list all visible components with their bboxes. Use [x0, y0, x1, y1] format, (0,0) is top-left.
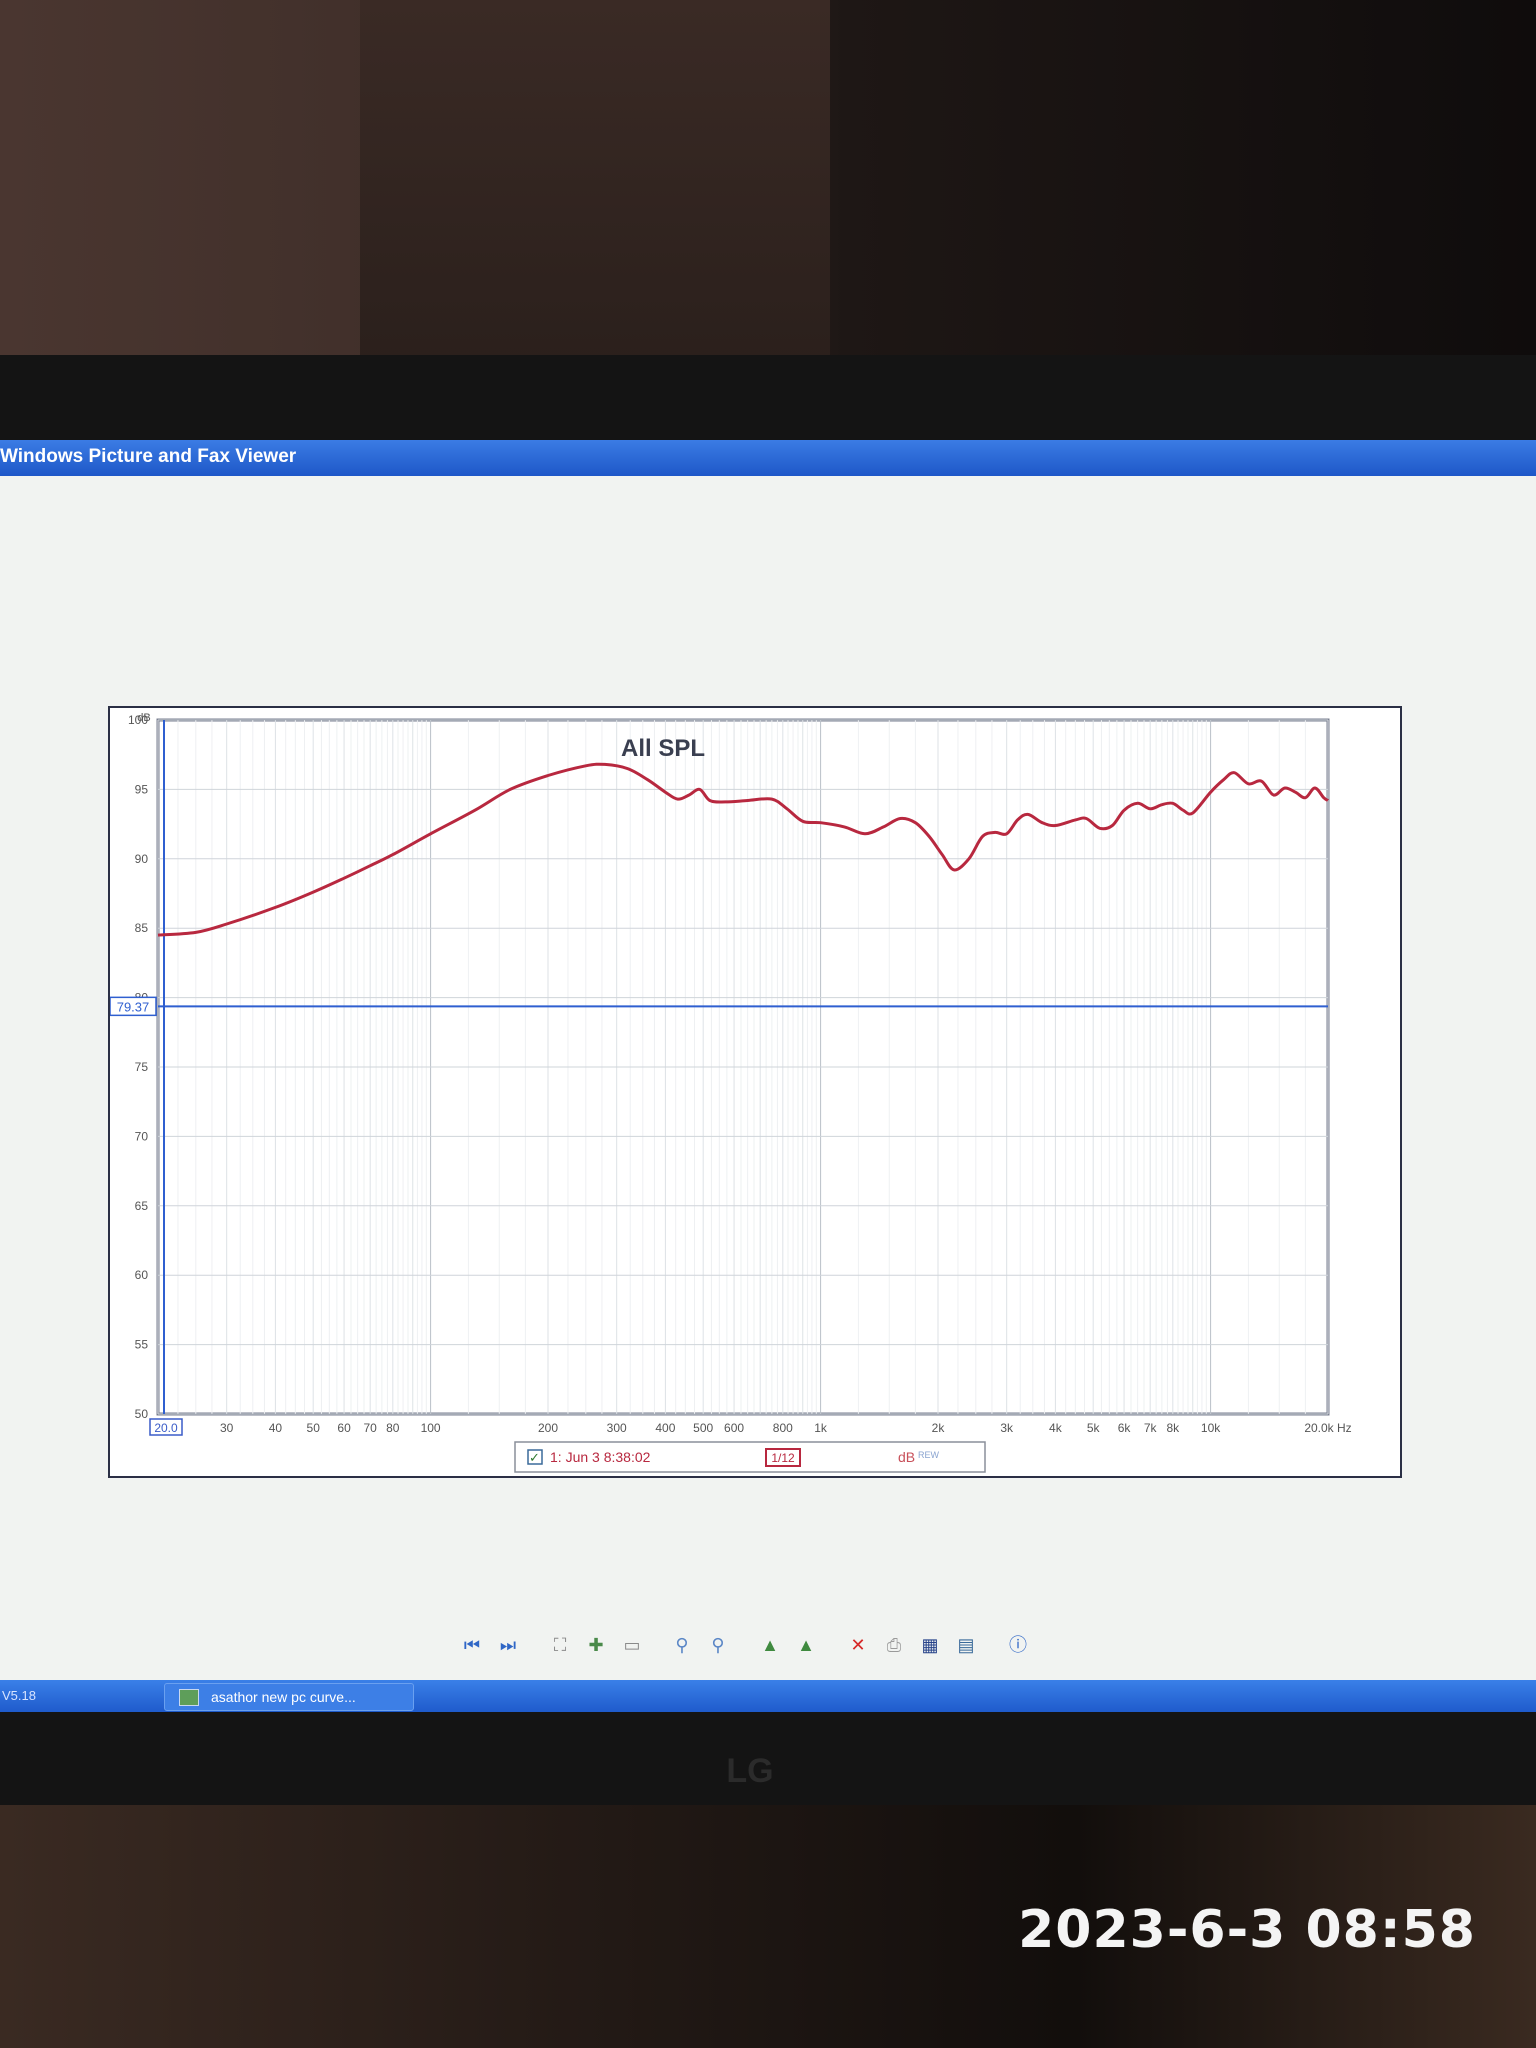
- taskbar-item-label: asathor new pc curve...: [211, 1689, 356, 1705]
- x-tick-label: 200: [538, 1421, 558, 1435]
- legend-series-label: 1: Jun 3 8:38:02: [550, 1449, 651, 1465]
- rotate-ccw-icon[interactable]: ▲: [794, 1633, 818, 1657]
- x-tick-label: 5k: [1087, 1421, 1101, 1435]
- x-tick-label: 300: [607, 1421, 627, 1435]
- x-tick-label: 100: [421, 1421, 441, 1435]
- x-tick-label: 50: [307, 1421, 321, 1435]
- y-axis-label: dB: [137, 712, 150, 724]
- image-file-icon: [179, 1689, 199, 1706]
- best-fit-icon[interactable]: ⛶: [548, 1633, 572, 1657]
- open-with-icon[interactable]: ▤: [954, 1633, 978, 1657]
- x-tick-label: 400: [655, 1421, 675, 1435]
- print-icon[interactable]: ⎙: [882, 1633, 906, 1657]
- photo-timestamp: 2023-6-3 08:58: [1018, 1900, 1476, 1960]
- actual-size-icon[interactable]: ✚: [584, 1633, 608, 1657]
- help-icon[interactable]: ⓘ: [1006, 1633, 1030, 1657]
- x-tick-label: 2k: [932, 1421, 946, 1435]
- x-start-label: 20.0: [154, 1421, 178, 1435]
- y-tick-label: 90: [135, 852, 149, 866]
- y-tick-label: 70: [135, 1129, 149, 1143]
- y-tick-label: 65: [135, 1199, 149, 1213]
- chart-title: All SPL: [621, 735, 705, 762]
- x-tick-label: 3k: [1000, 1421, 1014, 1435]
- slideshow-icon[interactable]: ▭: [620, 1633, 644, 1657]
- y-tick-label: 75: [135, 1060, 149, 1074]
- x-tick-label: 80: [386, 1421, 400, 1435]
- y-tick-label: 85: [135, 921, 149, 935]
- x-tick-label: 1k: [814, 1421, 828, 1435]
- x-tick-label: 800: [773, 1421, 793, 1435]
- x-tick-label: 20.0k Hz: [1304, 1421, 1351, 1435]
- spl-chart: 50556065707580859095100dB304050607080100…: [110, 712, 1352, 1473]
- x-tick-label: 6k: [1118, 1421, 1132, 1435]
- x-tick-label: 7k: [1144, 1421, 1158, 1435]
- spl-chart-image: 50556065707580859095100dB304050607080100…: [108, 706, 1402, 1478]
- monitor-logo: LG: [726, 1752, 774, 1790]
- zoom-out-icon[interactable]: ⚲: [706, 1633, 730, 1657]
- prev-icon[interactable]: ⏮: [460, 1633, 484, 1657]
- x-tick-label: 600: [724, 1421, 744, 1435]
- x-tick-label: 60: [337, 1421, 351, 1435]
- y-tick-label: 95: [135, 782, 149, 796]
- image-viewer: 50556065707580859095100dB304050607080100…: [0, 476, 1536, 1712]
- version-text: V5.18: [2, 1688, 36, 1703]
- y-tick-label: 50: [135, 1407, 149, 1421]
- next-icon[interactable]: ⏭: [496, 1633, 520, 1657]
- x-tick-label: 8k: [1166, 1421, 1180, 1435]
- window-titlebar[interactable]: Windows Picture and Fax Viewer: [0, 440, 1536, 476]
- checkmark-icon: ✓: [529, 1451, 540, 1466]
- background-shelf: [360, 0, 830, 360]
- taskbar: V5.18 asathor new pc curve...: [0, 1680, 1536, 1712]
- legend-unit-label: dB: [898, 1449, 915, 1465]
- legend-unit-sub: REW: [918, 1450, 940, 1460]
- window-title: Windows Picture and Fax Viewer: [0, 446, 297, 467]
- zoom-in-icon[interactable]: ⚲: [670, 1633, 694, 1657]
- taskbar-item[interactable]: asathor new pc curve...: [164, 1683, 414, 1711]
- x-tick-label: 30: [220, 1421, 234, 1435]
- rotate-cw-icon[interactable]: ▲: [758, 1633, 782, 1657]
- y-tick-label: 55: [135, 1338, 149, 1352]
- smoothing-label: 1/12: [771, 1451, 795, 1465]
- x-tick-label: 4k: [1049, 1421, 1063, 1435]
- y-tick-label: 60: [135, 1268, 149, 1282]
- cursor-value-label: 79.37: [117, 999, 150, 1014]
- x-tick-label: 500: [693, 1421, 713, 1435]
- delete-icon[interactable]: ✕: [846, 1633, 870, 1657]
- save-icon[interactable]: ▦: [918, 1633, 942, 1657]
- x-tick-label: 10k: [1201, 1421, 1221, 1435]
- x-tick-label: 40: [269, 1421, 283, 1435]
- screen: Windows Picture and Fax Viewer 50 55 60 65 7…: [0, 440, 1536, 1712]
- x-tick-label: 70: [364, 1421, 378, 1435]
